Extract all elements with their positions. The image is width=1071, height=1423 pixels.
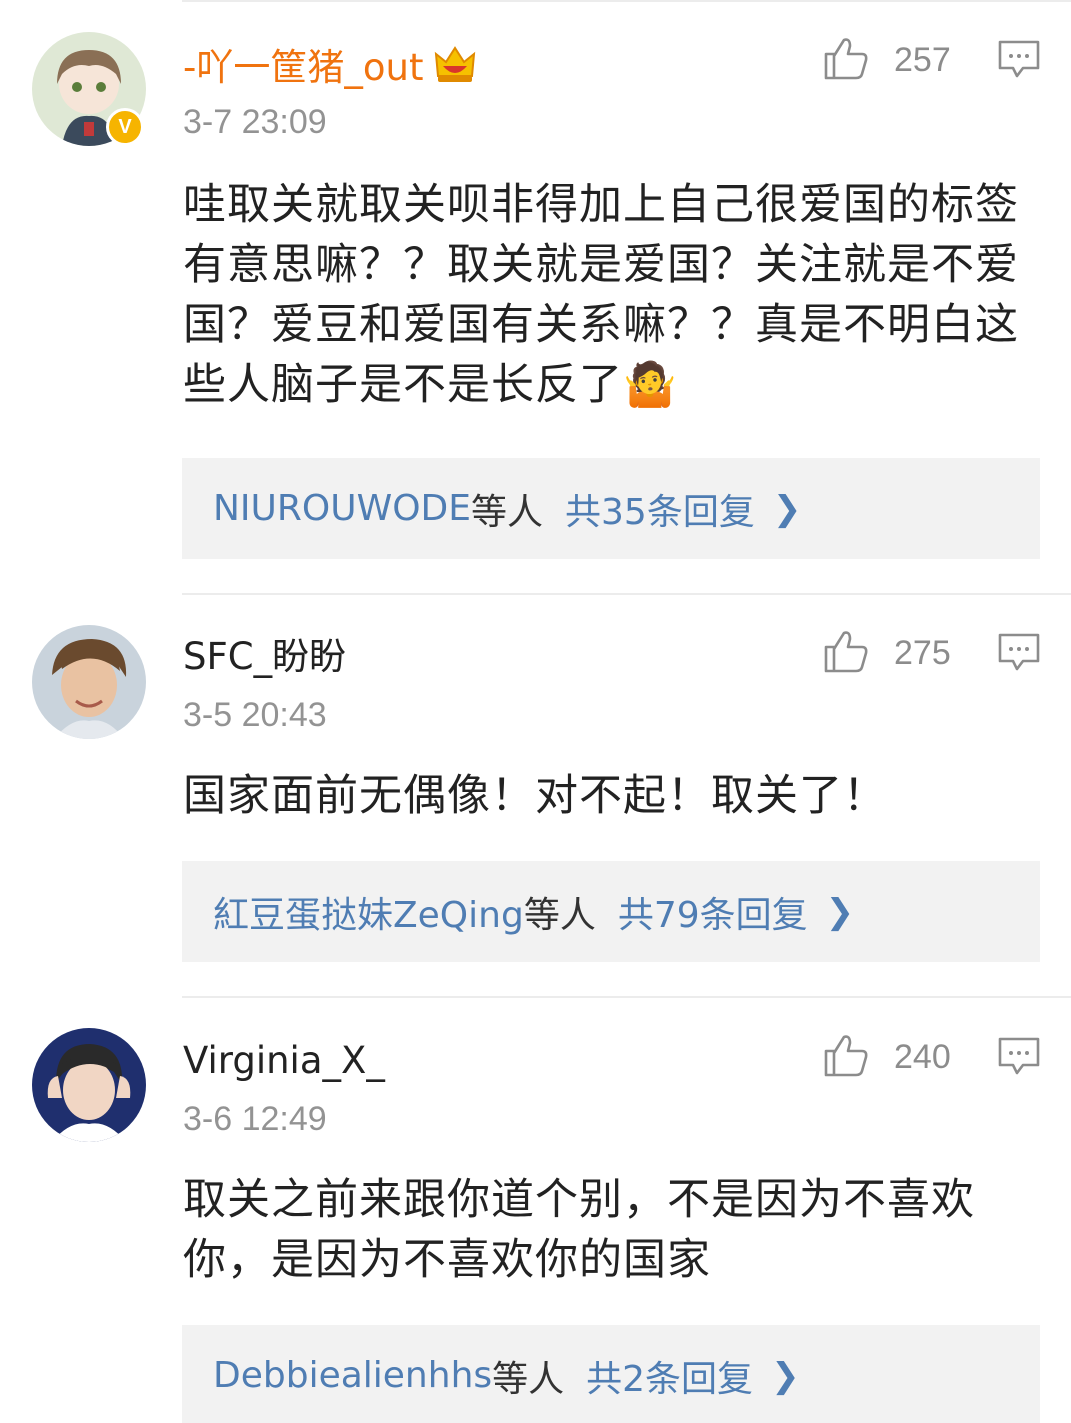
chevron-right-icon: ❯ <box>771 1355 800 1396</box>
crown-icon <box>433 42 477 94</box>
timestamp: 3-6 12:49 <box>183 1100 327 1138</box>
replies-summary[interactable]: 紅豆蛋挞妹ZeQing 等人 共79条回复 ❯ <box>182 861 1040 962</box>
top-divider <box>182 0 1071 2</box>
like-count: 240 <box>894 1038 951 1076</box>
replies-summary[interactable]: Debbiealienhhs 等人 共2条回复 ❯ <box>182 1325 1040 1423</box>
comment-icon[interactable] <box>997 631 1041 675</box>
avatar[interactable] <box>32 625 146 739</box>
reply-authors-suffix: 等人 <box>471 491 544 533</box>
timestamp: 3-7 23:09 <box>183 103 327 141</box>
username[interactable]: -吖一筐猪_out <box>183 42 477 94</box>
thumbs-up-icon[interactable] <box>822 34 870 82</box>
comment-divider <box>182 593 1071 595</box>
comment-text: 哇取关就取关呗非得加上自己很爱国的标签有意思嘛？？取关就是爱国？关注就是不爱国？… <box>183 180 1019 410</box>
reply-count-link[interactable]: 共79条回复 <box>618 886 808 938</box>
reply-authors[interactable]: NIUROUWODE <box>213 488 471 529</box>
replies-summary[interactable]: NIUROUWODE 等人 共35条回复 ❯ <box>182 458 1040 559</box>
reply-authors-suffix: 等人 <box>523 894 596 936</box>
comment-divider <box>182 996 1071 998</box>
thumbs-up-icon[interactable] <box>822 627 870 675</box>
thumbs-up-icon[interactable] <box>822 1031 870 1079</box>
reply-authors-suffix: 等人 <box>492 1358 565 1400</box>
reply-authors[interactable]: Debbiealienhhs <box>213 1355 492 1396</box>
chevron-right-icon: ❯ <box>825 891 855 932</box>
like-count: 257 <box>894 41 951 79</box>
chevron-right-icon: ❯ <box>772 488 802 529</box>
comment-text: 取关之前来跟你道个别，不是因为不喜欢你，是因为不喜欢你的国家 <box>183 1175 975 1285</box>
username-text[interactable]: -吖一筐猪_out <box>183 46 423 89</box>
reply-count-link[interactable]: 共35条回复 <box>565 483 755 535</box>
verified-badge: V <box>106 108 144 146</box>
comment-text: 国家面前无偶像！对不起！取关了！ <box>183 771 887 821</box>
reply-count-link[interactable]: 共2条回复 <box>586 1350 753 1402</box>
reply-authors[interactable]: 紅豆蛋挞妹ZeQing <box>213 886 524 938</box>
username[interactable]: Virginia_X_ <box>183 1039 385 1083</box>
comment-icon[interactable] <box>997 1035 1041 1079</box>
avatar[interactable] <box>32 1028 146 1142</box>
comment-icon[interactable] <box>997 38 1041 82</box>
like-count: 275 <box>894 634 951 672</box>
timestamp: 3-5 20:43 <box>183 696 327 734</box>
username[interactable]: SFC_盼盼 <box>183 635 346 679</box>
